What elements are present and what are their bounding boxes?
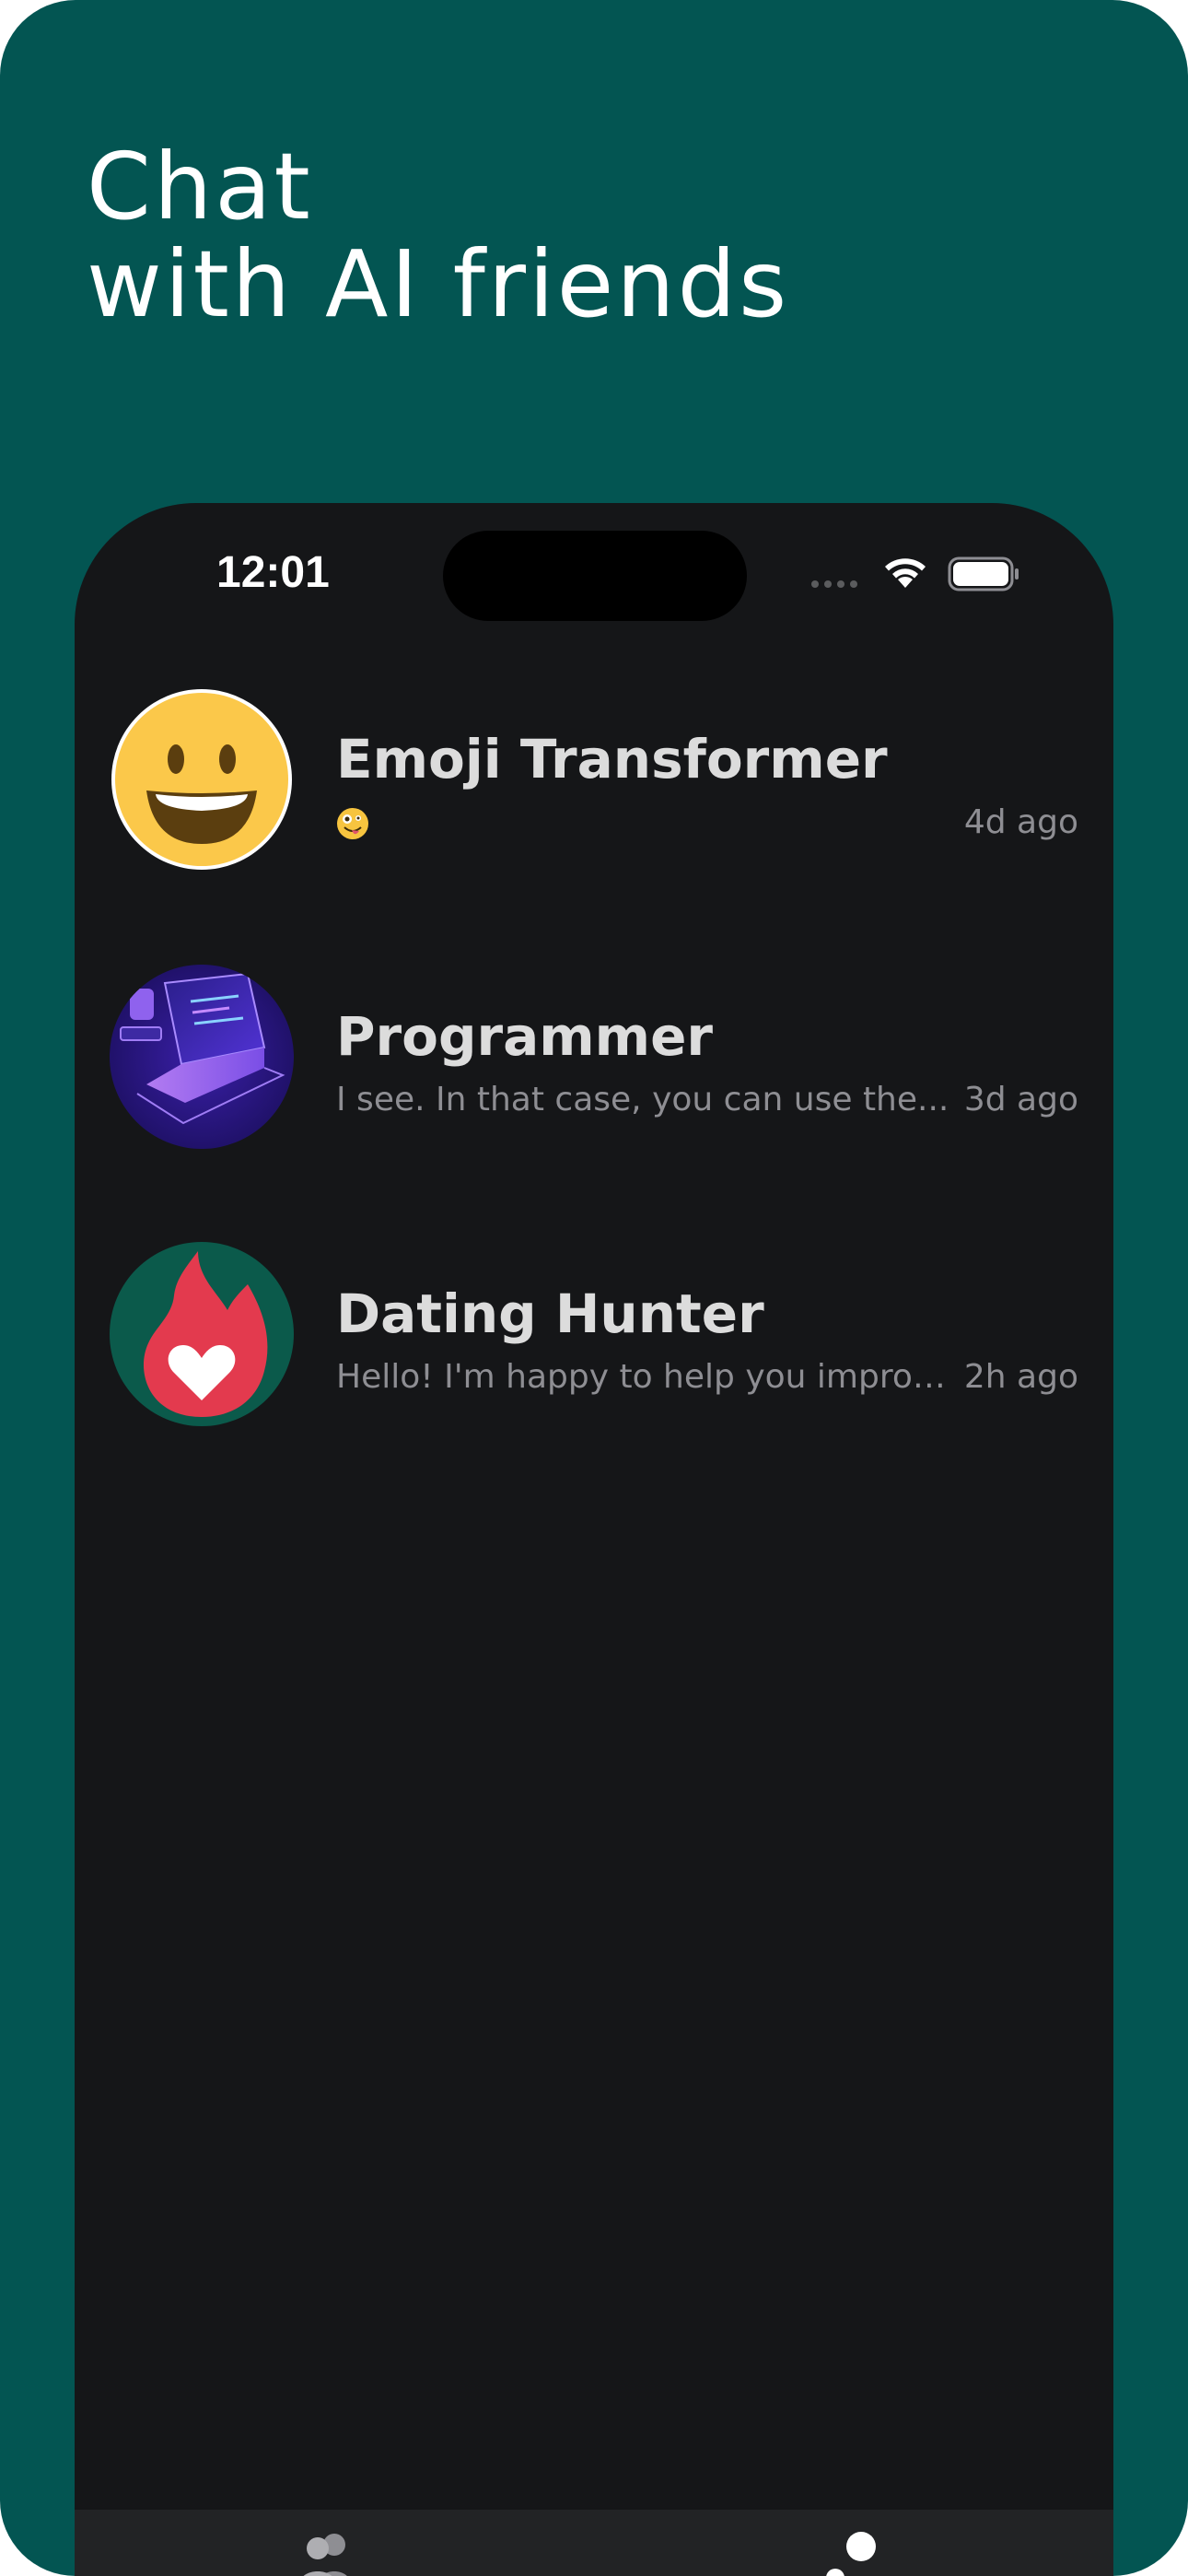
dynamic-island [443,531,747,621]
promo-headline: Chat with AI friends [87,138,789,334]
cellular-signal-icon [811,580,857,588]
headline-line-1: Chat [87,133,313,240]
chat-row-programmer[interactable]: Programmer I see. In that case, you can … [75,965,1113,1242]
phone-screen: 12:01 Emoji Transformer 4d ago Programme… [75,503,1113,2576]
chat-preview: Hello! I'm happy to help you improv... [336,1358,951,1396]
zany-face-emoji-icon [337,808,368,839]
chat-preview: I see. In that case, you can use the... [336,1081,949,1118]
chat-row-emoji-transformer[interactable]: Emoji Transformer 🤪 4d ago [75,687,1113,965]
chat-name: Dating Hunter [336,1282,764,1345]
tab-bar [75,2510,1113,2576]
chat-row-dating-hunter[interactable]: Dating Hunter Hello! I'm happy to help y… [75,1242,1113,1519]
chat-time: 2h ago [963,1358,1078,1396]
promo-canvas: Chat with AI friends 12:01 Emoji Transfo… [0,0,1188,2576]
chat-name: Emoji Transformer [336,728,888,790]
flame-heart-avatar [110,1242,294,1426]
battery-icon [948,556,1019,591]
chat-time: 3d ago [963,1081,1078,1118]
laptop-avatar [110,965,294,1149]
chat-time: 4d ago [963,803,1078,841]
chat-list: Emoji Transformer 🤪 4d ago [75,687,1113,1519]
status-time: 12:01 [216,548,330,597]
wifi-icon [885,558,926,588]
smiley-face-avatar [110,687,294,872]
headline-line-2: with AI friends [87,230,790,338]
chat-name: Programmer [336,1005,714,1068]
profile-tab-icon[interactable] [822,2530,887,2576]
friends-tab-icon[interactable] [299,2530,364,2576]
chat-preview: 🤪 [336,803,951,841]
status-bar: 12:01 [75,503,1113,641]
